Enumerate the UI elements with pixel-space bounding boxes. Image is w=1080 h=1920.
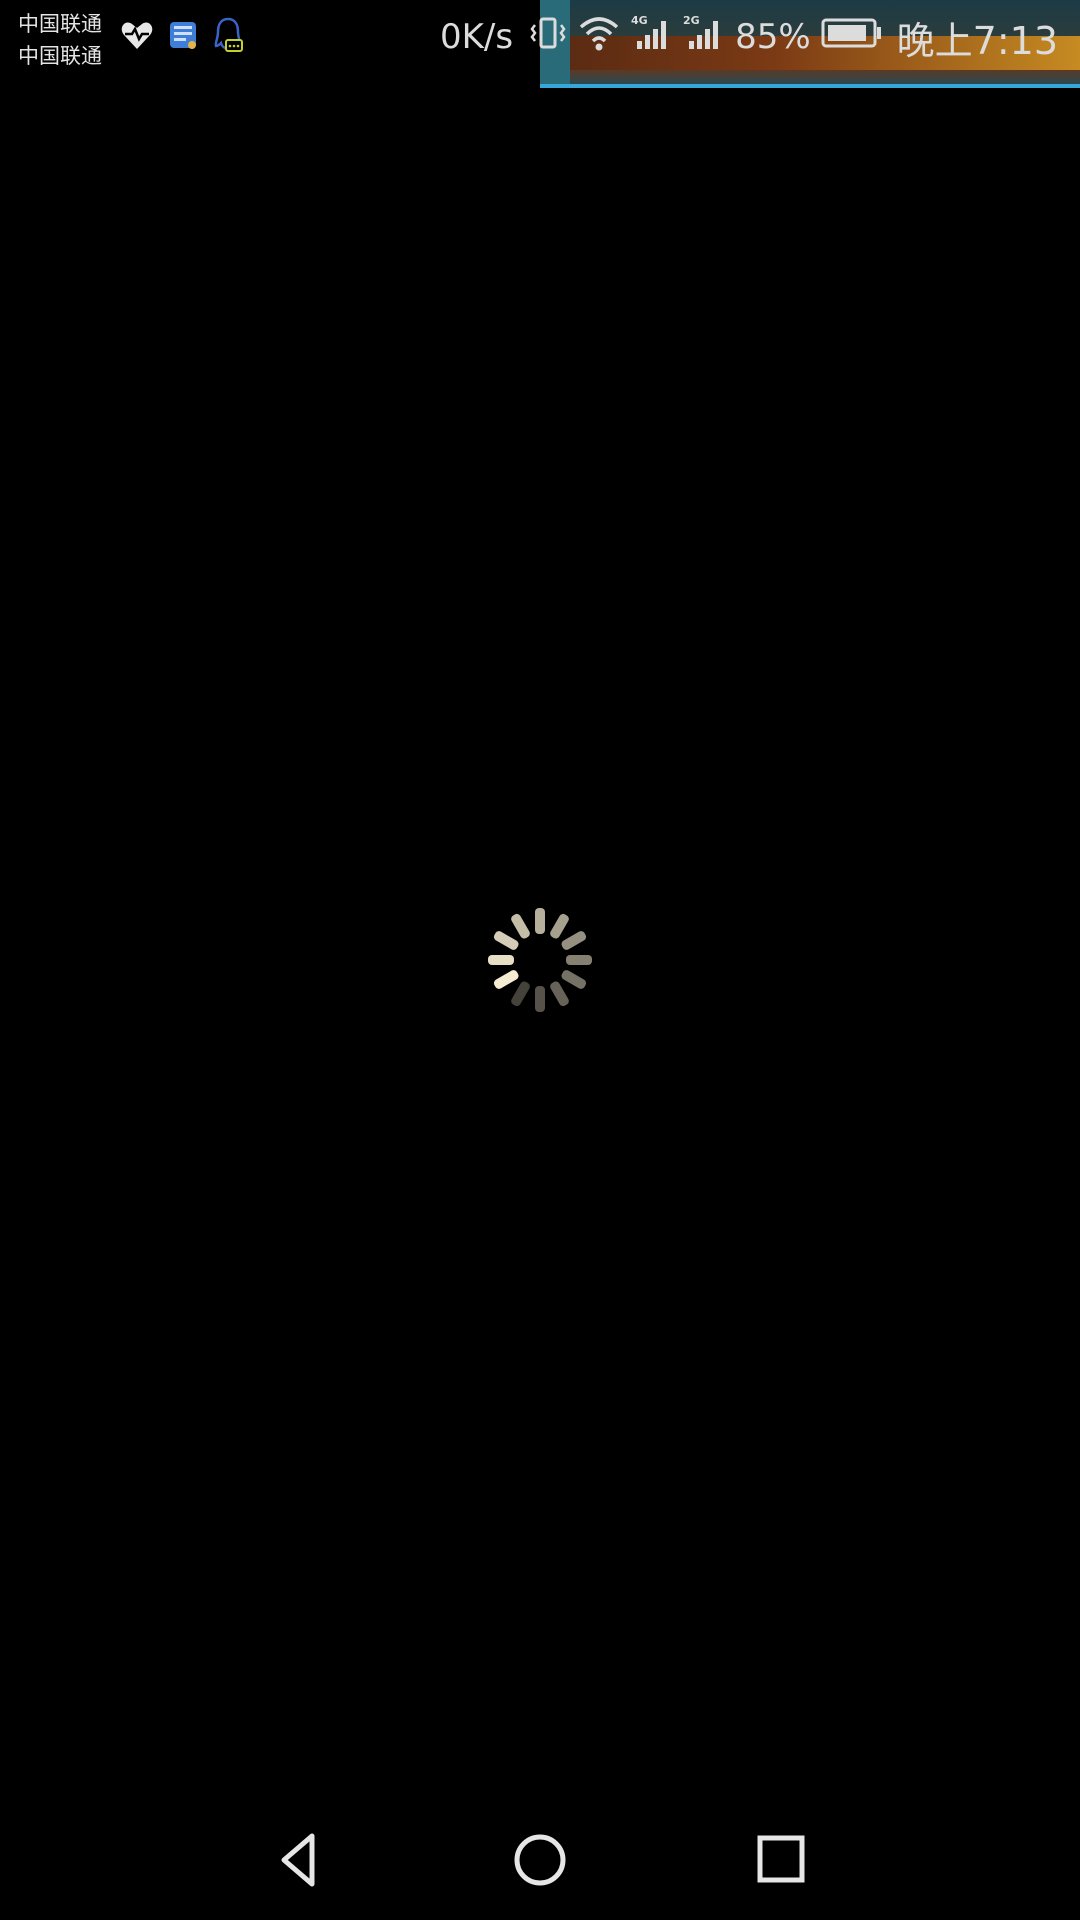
status-right-group: 0K/s 4G 2G 85% 晚上7:13 [439, 12, 1058, 63]
battery-icon [821, 16, 883, 59]
spinner-tick [511, 913, 530, 939]
battery-percent: 85% [735, 17, 811, 57]
spinner-tick [493, 970, 519, 989]
clock: 晚上7:13 [896, 18, 1058, 63]
recent-apps-button[interactable] [740, 1820, 820, 1900]
recent-apps-icon [757, 1835, 805, 1883]
carrier-label-1: 中国联通 [18, 12, 102, 36]
spinner-tick [511, 981, 530, 1007]
home-icon [514, 1834, 566, 1886]
spinner-tick [561, 931, 587, 950]
signal-4g-icon: 4G [631, 13, 673, 62]
back-button[interactable] [260, 1820, 340, 1900]
app-screen: 中国联通 中国联通 0K/s 4G 2G 85% 晚上7:13 [0, 0, 1080, 1920]
home-button[interactable] [500, 1820, 580, 1900]
wifi-icon [577, 13, 621, 62]
spinner-tick [535, 908, 545, 934]
back-icon [281, 1833, 315, 1887]
spinner-tick [550, 913, 569, 939]
status-bar: 中国联通 中国联通 0K/s 4G 2G 85% 晚上7:13 [0, 0, 1080, 88]
spinner-tick [561, 970, 587, 989]
spinner-tick [550, 981, 569, 1007]
carrier-info: 中国联通 中国联通 [18, 8, 102, 72]
navigation-bar [0, 1800, 1080, 1920]
signal-2g-icon: 2G [683, 13, 725, 62]
qq-icon [212, 16, 244, 54]
signal-4g-label: 4G [631, 14, 648, 27]
tieba-icon [168, 18, 198, 52]
signal-2g-label: 2G [683, 14, 700, 27]
spinner-tick [535, 986, 545, 1012]
spinner-tick [488, 955, 514, 965]
vibrate-icon [529, 13, 567, 62]
network-speed: 0K/s [439, 17, 514, 57]
spinner-tick [566, 955, 592, 965]
notification-icons [120, 16, 244, 54]
carrier-label-2: 中国联通 [18, 44, 102, 68]
heart-rate-icon [120, 19, 154, 51]
loading-spinner-icon [480, 900, 600, 1020]
spinner-tick [493, 931, 519, 950]
